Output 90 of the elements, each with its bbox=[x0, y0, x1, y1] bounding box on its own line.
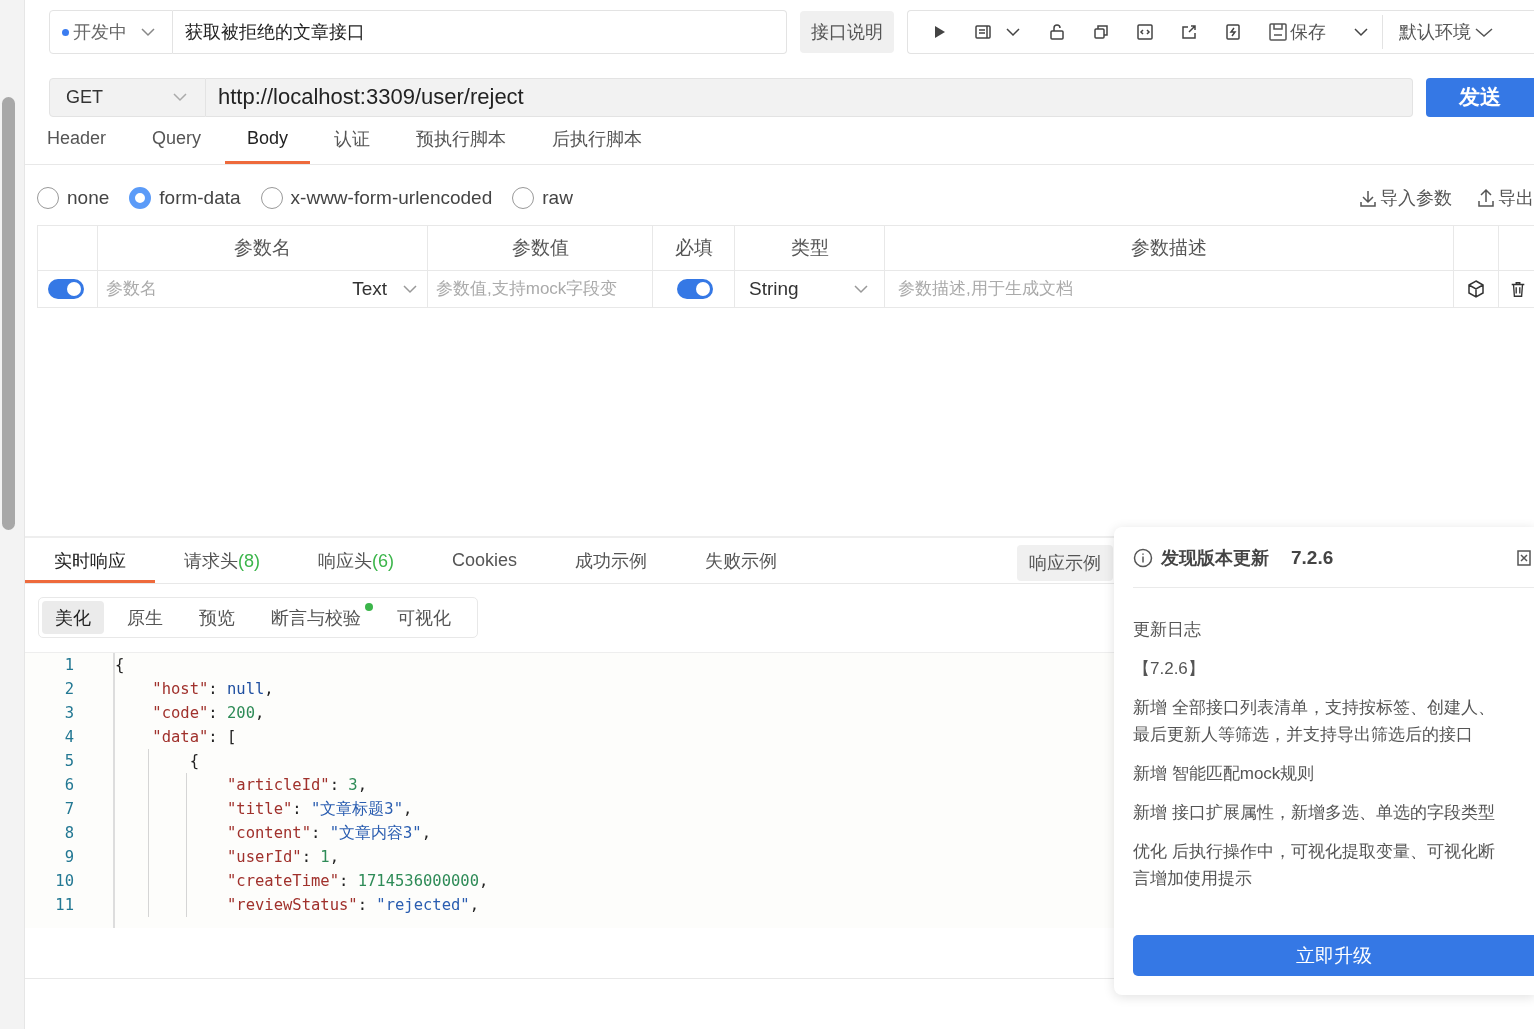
share-icon[interactable] bbox=[1180, 23, 1198, 41]
code-line: "title": "文章标题3", bbox=[115, 797, 413, 821]
save-icon bbox=[1268, 22, 1288, 42]
method-select[interactable]: GET bbox=[49, 78, 206, 117]
unlock-icon[interactable] bbox=[1048, 23, 1066, 41]
view-tab[interactable]: 可视化 bbox=[384, 601, 464, 634]
name-input[interactable]: 参数名 bbox=[106, 279, 353, 299]
column-header: 参数值 bbox=[428, 226, 653, 271]
line-number: 5 bbox=[63, 751, 74, 772]
tab[interactable]: Body bbox=[225, 124, 311, 164]
response-tab[interactable]: 响应头(6) bbox=[289, 538, 423, 583]
required-switch[interactable] bbox=[676, 279, 713, 299]
value-type-select[interactable]: Text bbox=[352, 278, 419, 300]
line-number: 6 bbox=[63, 775, 74, 796]
tab[interactable]: Header bbox=[25, 124, 129, 164]
toggle-switch[interactable] bbox=[48, 279, 84, 299]
column-header: 类型 bbox=[735, 226, 885, 271]
release-note: 新增 智能匹配mock规则 bbox=[1133, 763, 1316, 785]
line-number: 3 bbox=[63, 703, 74, 724]
doc-button[interactable]: 接口说明 bbox=[800, 11, 894, 53]
code-line: "createTime": 1714536000000, bbox=[115, 869, 489, 893]
tab[interactable]: 后执行脚本 bbox=[530, 124, 665, 164]
code-line: { bbox=[115, 749, 199, 773]
environment-select[interactable]: 默认环境 bbox=[1399, 20, 1495, 44]
version-label: 7.2.6 bbox=[1291, 547, 1334, 569]
copy-icon[interactable] bbox=[1092, 23, 1110, 41]
view-tab[interactable]: 预览 bbox=[186, 601, 248, 634]
status-select[interactable]: 开发中 bbox=[49, 10, 173, 54]
send-button[interactable]: 发送 bbox=[1426, 78, 1534, 117]
line-number: 4 bbox=[63, 727, 74, 748]
release-note: 新增 接口扩展属性，新增多选、单选的字段类型 bbox=[1133, 802, 1496, 824]
tab[interactable]: 预执行脚本 bbox=[394, 124, 529, 164]
column-header: 参数描述 bbox=[885, 226, 1454, 271]
release-label: 【7.2.6】 bbox=[1133, 658, 1206, 680]
example-button[interactable]: 响应示例 bbox=[1017, 544, 1113, 581]
tab[interactable]: Query bbox=[130, 124, 224, 164]
url-field[interactable]: http://localhost:3309/user/reject bbox=[206, 78, 1413, 117]
response-tab[interactable]: 成功示例 bbox=[546, 538, 677, 583]
view-tab[interactable]: 美化 bbox=[42, 601, 104, 634]
scrollbar-thumb[interactable] bbox=[2, 97, 15, 530]
code-line: "code": 200, bbox=[151, 703, 265, 724]
flash-icon[interactable] bbox=[1224, 23, 1242, 41]
code-line: "userId": 1, bbox=[115, 845, 339, 869]
tab[interactable]: 认证 bbox=[312, 124, 393, 164]
import-button[interactable]: 导入参数 bbox=[1358, 186, 1452, 211]
view-tab[interactable]: 原生 bbox=[114, 601, 176, 634]
response-tab[interactable]: 请求头(8) bbox=[155, 538, 289, 583]
download-icon bbox=[1358, 188, 1378, 209]
code-line: "articleId": 3, bbox=[115, 773, 367, 797]
cube-icon[interactable] bbox=[1466, 279, 1486, 299]
radio-option[interactable]: raw bbox=[512, 187, 573, 210]
radio-option[interactable]: none bbox=[37, 187, 110, 210]
line-number: 7 bbox=[63, 799, 74, 820]
code-line: "content": "文章内容3", bbox=[115, 821, 431, 845]
export-button[interactable]: 导出 bbox=[1476, 186, 1534, 211]
section-title: 更新日志 bbox=[1133, 619, 1202, 641]
response-tab[interactable]: 失败示例 bbox=[676, 538, 807, 583]
upload-icon bbox=[1476, 188, 1496, 209]
radio-option[interactable]: form-data bbox=[129, 187, 241, 210]
radio-button[interactable] bbox=[129, 187, 152, 210]
save-button[interactable]: 保存 bbox=[1268, 20, 1326, 44]
description-input[interactable]: 参数描述,用于生成文档 bbox=[898, 279, 1445, 299]
line-number: 1 bbox=[63, 655, 74, 676]
response-tab[interactable]: Cookies bbox=[423, 538, 547, 583]
radio-option[interactable]: x-www-form-urlencoded bbox=[260, 187, 493, 210]
line-number: 8 bbox=[63, 823, 74, 844]
name-field[interactable]: 获取被拒绝的文章接口 bbox=[173, 10, 787, 54]
line-number: 11 bbox=[54, 895, 74, 916]
code-line: "reviewStatus": "rejected", bbox=[115, 893, 479, 917]
code-line: { bbox=[115, 655, 125, 676]
code-line: "host": null, bbox=[151, 679, 274, 700]
code-icon[interactable] bbox=[1136, 23, 1154, 41]
type-select[interactable]: String bbox=[749, 278, 870, 300]
line-number: 2 bbox=[63, 679, 74, 700]
line-number: 9 bbox=[63, 847, 74, 868]
release-note: 新增 全部接口列表清单，支持按标签、创建人、最后更新人等筛选，并支持导出筛选后的接口 bbox=[1133, 697, 1496, 746]
trash-icon[interactable] bbox=[1509, 279, 1527, 299]
view-tab[interactable]: 断言与校验 bbox=[258, 601, 374, 634]
upgrade-button[interactable]: 立即升级 bbox=[1133, 935, 1534, 976]
release-note: 优化 后执行操作中，可视化提取变量、可视化断言增加使用提示 bbox=[1133, 841, 1496, 890]
response-tab[interactable]: 实时响应 bbox=[25, 538, 155, 583]
popup-title: 发现版本更新 bbox=[1161, 547, 1269, 570]
column-header: 必填 bbox=[653, 226, 735, 271]
value-input[interactable]: 参数值,支持mock字段变 bbox=[436, 279, 644, 299]
column-header: 参数名 bbox=[98, 226, 428, 271]
code-line: "data": [ bbox=[151, 727, 237, 748]
close-icon[interactable] bbox=[1517, 550, 1531, 566]
document-icon[interactable] bbox=[974, 23, 992, 41]
info-icon bbox=[1133, 548, 1153, 568]
line-number: 10 bbox=[54, 871, 74, 892]
